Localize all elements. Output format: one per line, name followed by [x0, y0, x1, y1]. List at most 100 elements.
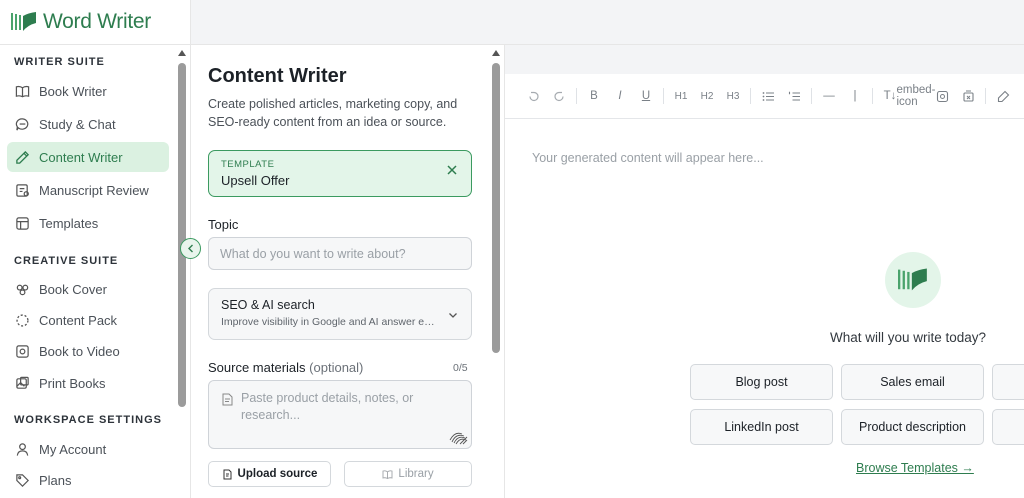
- sidebar-item-plans[interactable]: Plans: [7, 465, 169, 495]
- section-writer-suite: WRITER SUITE: [14, 56, 105, 68]
- sidebar-item-study-chat[interactable]: Study & Chat: [7, 109, 169, 139]
- toolbar-divider: [811, 88, 812, 104]
- subscript-button[interactable]: embed-icon: [897, 83, 936, 109]
- browse-templates-link[interactable]: Browse Templates →: [856, 461, 974, 475]
- sidebar-item-content-pack[interactable]: Content Pack: [7, 305, 169, 335]
- document-icon: [222, 393, 233, 406]
- sidebar-item-book-writer[interactable]: Book Writer: [7, 76, 169, 106]
- page-description: Create polished articles, marketing copy…: [208, 97, 458, 129]
- content-writer-form: Content Writer Create polished articles,…: [191, 45, 505, 498]
- logo-bar: Word Writer: [0, 0, 191, 45]
- seo-ai-search-dropdown[interactable]: SEO & AI search Improve visibility in Go…: [208, 288, 472, 340]
- editor-area: B I U H1 H2 H3 — | T↓ embed-icon Your ge…: [505, 45, 1024, 498]
- sidebar-item-manuscript-review[interactable]: Manuscript Review: [7, 175, 169, 205]
- embed-button[interactable]: [929, 83, 955, 109]
- heading1-button[interactable]: H1: [668, 83, 694, 109]
- toolbar-divider: [663, 88, 664, 104]
- sidebar-collapse-button[interactable]: [180, 238, 201, 259]
- book-open-icon: [15, 85, 30, 97]
- underline-button[interactable]: U: [633, 83, 659, 109]
- bullet-list-icon: [762, 91, 774, 101]
- section-workspace-settings: WORKSPACE SETTINGS: [14, 414, 162, 426]
- template-label: TEMPLATE: [221, 159, 275, 170]
- sidebar: WRITER SUITE Book Writer Study & Chat Co…: [0, 45, 191, 498]
- sidebar-item-book-to-video[interactable]: Book to Video: [7, 336, 169, 366]
- toolbar-divider: [750, 88, 751, 104]
- undo-button[interactable]: [520, 83, 546, 109]
- seo-subtitle: Improve visibility in Google and AI answ…: [221, 316, 436, 328]
- chevron-down-icon: [449, 313, 457, 318]
- topic-input[interactable]: [208, 237, 472, 270]
- embed-icon: [936, 90, 948, 102]
- chip-blog-post[interactable]: Blog post: [690, 364, 833, 400]
- form-scroll-up[interactable]: [492, 50, 500, 56]
- app-name: Word Writer: [43, 10, 151, 33]
- heading3-button[interactable]: H3: [720, 83, 746, 109]
- undo-icon: [528, 91, 539, 101]
- chat-bubble-icon: [15, 117, 29, 130]
- logo-icon: [898, 268, 927, 291]
- image-icon: [16, 376, 29, 389]
- toolbar-divider: [576, 88, 577, 104]
- numbered-list-button[interactable]: [781, 83, 807, 109]
- layout-icon: [16, 216, 29, 230]
- bold-button[interactable]: B: [581, 83, 607, 109]
- library-button[interactable]: Library: [344, 461, 472, 487]
- image-remove-icon: [962, 90, 974, 102]
- upload-doc-icon: [223, 469, 232, 479]
- hero-logo: [885, 252, 941, 308]
- prompt-title: What will you write today?: [830, 330, 987, 345]
- sidebar-item-book-cover[interactable]: Book Cover: [7, 274, 169, 304]
- review-icon: [16, 183, 29, 197]
- chip-linkedin-post[interactable]: LinkedIn post: [690, 409, 833, 445]
- chip-more[interactable]: [992, 364, 1024, 400]
- top-strip: [191, 0, 1024, 45]
- topic-label: Topic: [208, 217, 239, 232]
- source-count: 0/5: [453, 362, 468, 374]
- palette-icon: [16, 284, 29, 295]
- chip-sales-email[interactable]: Sales email: [841, 364, 984, 400]
- redo-icon: [553, 91, 564, 101]
- user-icon: [16, 442, 29, 456]
- sidebar-item-print-books[interactable]: Print Books: [7, 368, 169, 398]
- heading2-button[interactable]: H2: [694, 83, 720, 109]
- toolbar-divider: [985, 88, 986, 104]
- numbered-list-icon: [788, 91, 800, 101]
- highlight-button[interactable]: [990, 83, 1016, 109]
- highlight-icon: [997, 90, 1009, 102]
- editor-placeholder[interactable]: Your generated content will appear here.…: [532, 151, 764, 165]
- page-title: Content Writer: [208, 65, 347, 87]
- redo-button[interactable]: [546, 83, 572, 109]
- form-scrollbar[interactable]: [492, 63, 500, 353]
- bullet-list-button[interactable]: [755, 83, 781, 109]
- source-materials-box: [208, 380, 472, 449]
- chip-more-2[interactable]: [992, 409, 1024, 445]
- resize-grip-icon[interactable]: [446, 429, 468, 445]
- sidebar-item-content-writer[interactable]: Content Writer: [7, 142, 169, 172]
- sidebar-scrollbar[interactable]: [178, 63, 186, 407]
- toolbar-divider: [872, 88, 873, 104]
- sidebar-item-templates[interactable]: Templates: [7, 208, 169, 238]
- editor-toolbar: B I U H1 H2 H3 — | T↓ embed-icon: [505, 74, 1024, 119]
- video-icon: [16, 344, 29, 358]
- quote-button[interactable]: —: [816, 83, 842, 109]
- pencil-icon: [16, 150, 30, 164]
- chip-product-description[interactable]: Product description: [841, 409, 984, 445]
- source-materials-textarea[interactable]: [241, 390, 456, 440]
- horizontal-rule-button[interactable]: |: [842, 83, 868, 109]
- close-icon[interactable]: [445, 163, 459, 177]
- source-materials-label: Source materials (optional): [208, 360, 364, 375]
- chevron-left-icon: [187, 244, 193, 253]
- sidebar-scroll-up[interactable]: [178, 50, 186, 56]
- tag-icon: [16, 473, 29, 487]
- image-remove-button[interactable]: [955, 83, 981, 109]
- seo-title: SEO & AI search: [221, 298, 315, 312]
- sidebar-item-my-account[interactable]: My Account: [7, 434, 169, 464]
- upload-source-button[interactable]: Upload source: [208, 461, 331, 487]
- italic-button[interactable]: I: [607, 83, 633, 109]
- logo-icon: [11, 12, 36, 31]
- selected-template-card[interactable]: TEMPLATE Upsell Offer: [208, 150, 472, 197]
- section-creative-suite: CREATIVE SUITE: [14, 255, 119, 267]
- dashed-circle-icon: [16, 313, 29, 327]
- template-name: Upsell Offer: [221, 173, 290, 188]
